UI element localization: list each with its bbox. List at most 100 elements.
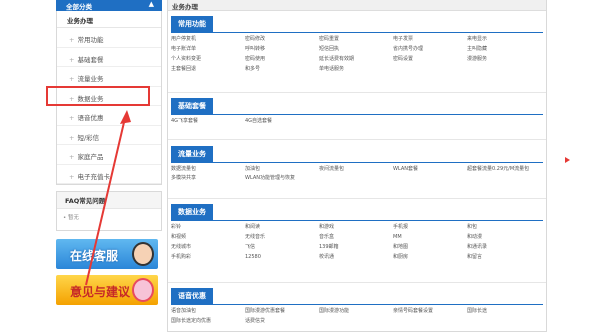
- service-link[interactable]: 国际漫游功能: [319, 307, 393, 316]
- service-link[interactable]: 数据流量包: [171, 165, 245, 174]
- sidebar-item-label: 家庭产品: [77, 153, 104, 161]
- service-link[interactable]: 4G飞享套餐: [171, 117, 245, 126]
- empty-cell: [467, 174, 597, 183]
- service-link[interactable]: 和多号: [245, 65, 319, 74]
- highlight-box: [46, 86, 150, 106]
- expand-arrow-icon[interactable]: [565, 157, 570, 163]
- service-link[interactable]: 密码设置: [393, 55, 467, 64]
- section-voice: 语音优惠 语音加油包 国际漫游优惠套餐 国际漫游功能 亲情号码套餐设置 国际长途国际长途…: [168, 288, 546, 326]
- service-link[interactable]: 和动漫: [467, 233, 541, 242]
- empty-cell: [319, 117, 393, 126]
- all-categories-label: 全部分类: [66, 3, 92, 11]
- service-link[interactable]: 电子账详单: [171, 45, 245, 54]
- divider: [168, 282, 546, 283]
- service-link[interactable]: 呼叫转移: [245, 45, 319, 54]
- service-link[interactable]: 139邮箱: [319, 243, 393, 252]
- service-link[interactable]: 密码重置: [319, 35, 393, 44]
- service-link[interactable]: 国际长途定向优惠: [171, 317, 245, 326]
- service-link[interactable]: 和包: [467, 223, 541, 232]
- service-link[interactable]: 超套餐流量0.29元/M流量包: [467, 165, 597, 174]
- service-link[interactable]: 国际漫游优惠套餐: [245, 307, 319, 316]
- service-link[interactable]: 和地图: [393, 243, 467, 252]
- service-link[interactable]: 密码修改: [245, 35, 319, 44]
- sidebar-item-label: 电子充值卡: [77, 172, 110, 181]
- service-link[interactable]: 密码使用: [245, 55, 319, 64]
- divider: [168, 198, 546, 199]
- sidebar-item-voice[interactable]: + 语音优惠: [57, 106, 161, 126]
- divider: [171, 304, 543, 305]
- empty-cell: [393, 317, 467, 326]
- divider: [171, 114, 543, 115]
- service-link[interactable]: 和阅读: [245, 223, 319, 232]
- empty-cell: [319, 174, 393, 183]
- feedback-banner[interactable]: 意见与建议: [56, 275, 158, 305]
- service-link[interactable]: 短信回执: [319, 45, 393, 54]
- service-link[interactable]: 话费信贷: [245, 317, 319, 326]
- divider: [168, 139, 546, 140]
- all-categories-header[interactable]: 全部分类 ▲: [56, 0, 162, 11]
- sidebar-item-label: 流量业务: [77, 75, 104, 83]
- service-link[interactable]: 加油包: [245, 165, 319, 174]
- bullet-icon: +: [69, 75, 75, 83]
- empty-cell: [393, 174, 467, 183]
- service-link[interactable]: 手机购彩: [171, 253, 245, 262]
- service-link[interactable]: 4G自选套餐: [245, 117, 319, 126]
- service-link[interactable]: 音乐盒: [319, 233, 393, 242]
- sidebar-item-basic-plan[interactable]: + 基础套餐: [57, 48, 161, 67]
- service-link[interactable]: 来电显示: [467, 35, 541, 44]
- service-link[interactable]: 和游戏: [319, 223, 393, 232]
- bullet-icon: +: [69, 172, 75, 181]
- sidebar-item-family[interactable]: + 家庭产品: [57, 145, 161, 165]
- service-link[interactable]: 飞信: [245, 243, 319, 252]
- service-link[interactable]: 个人资料变更: [171, 55, 245, 64]
- service-link[interactable]: 彩铃: [171, 223, 245, 232]
- bullet-icon: +: [69, 133, 75, 142]
- sidebar-item-common[interactable]: + 常用功能: [57, 28, 161, 48]
- service-link[interactable]: 国际长途: [467, 307, 541, 316]
- service-link[interactable]: 延长话费有效期: [319, 55, 393, 64]
- bullet-icon: +: [69, 153, 75, 161]
- service-link[interactable]: 和通讯录: [467, 243, 541, 252]
- service-link[interactable]: 夜间流量包: [319, 165, 393, 174]
- service-link[interactable]: WLAN功能管理与恢复: [245, 174, 319, 183]
- service-link[interactable]: 和厨房: [393, 253, 467, 262]
- bullet-icon: +: [69, 114, 75, 122]
- sidebar-item-sms[interactable]: + 短/彩信: [57, 126, 161, 145]
- service-link[interactable]: 电子发票: [393, 35, 467, 44]
- section-data: 数据业务 彩铃 和阅读 和游戏 手机报 和包 和视频 无线音乐 音乐盒 MM 和动漫 无线城市 飞信 1…: [168, 204, 546, 262]
- service-link[interactable]: 省内携号办理: [393, 45, 467, 54]
- service-link[interactable]: WLAN套餐: [393, 165, 467, 174]
- sidebar-item-label: 短/彩信: [77, 133, 100, 142]
- service-link[interactable]: 单电话服务: [319, 65, 393, 74]
- service-link[interactable]: 12580: [245, 253, 319, 262]
- section-title-common: 常用功能: [171, 16, 213, 32]
- service-link[interactable]: 校讯通: [319, 253, 393, 262]
- service-link[interactable]: 无线音乐: [245, 233, 319, 242]
- service-link[interactable]: 亲情号码套餐设置: [393, 307, 467, 316]
- service-link[interactable]: MM: [393, 233, 467, 242]
- empty-cell: [467, 317, 541, 326]
- service-link[interactable]: 语音加油包: [171, 307, 245, 316]
- service-link[interactable]: 多模块共享: [171, 174, 245, 183]
- faq-item: • 暂无: [57, 209, 161, 221]
- service-link[interactable]: 手机报: [393, 223, 467, 232]
- service-link[interactable]: 主套餐回退: [171, 65, 245, 74]
- link-grid-basic: 4G飞享套餐 4G自选套餐: [168, 117, 546, 126]
- service-link[interactable]: 主叫隐藏: [467, 45, 541, 54]
- section-title-voice: 语音优惠: [171, 288, 213, 304]
- service-link[interactable]: 漫游服务: [467, 55, 541, 64]
- service-link[interactable]: 和留言: [467, 253, 541, 262]
- sidebar-item-label: 基础套餐: [77, 55, 104, 64]
- link-grid-common: 用户停复机 密码修改 密码重置 电子发票 来电显示电子账详单 呼叫转移 短信回执 省内携号办理…: [168, 35, 546, 74]
- section-common: 常用功能 用户停复机 密码修改 密码重置 电子发票 来电显示电子账详单 呼叫转移 短信回执省…: [168, 16, 546, 74]
- sidebar-item-recharge[interactable]: + 电子充值卡: [57, 165, 161, 184]
- sidebar-item-flow[interactable]: + 流量业务: [57, 67, 161, 87]
- service-link[interactable]: 和视频: [171, 233, 245, 242]
- section-title-flow: 流量业务: [171, 146, 213, 162]
- service-link[interactable]: 无线城市: [171, 243, 245, 252]
- category-sidebar: 全部分类 ▲ 业务办理 + 常用功能 + 基础套餐 + 流量业务 + 数据业务 + 语音优…: [56, 0, 162, 332]
- online-service-banner[interactable]: 在线客服: [56, 239, 158, 269]
- caret-up-icon[interactable]: ▲: [149, 0, 154, 8]
- service-link[interactable]: 用户停复机: [171, 35, 245, 44]
- divider: [171, 32, 543, 33]
